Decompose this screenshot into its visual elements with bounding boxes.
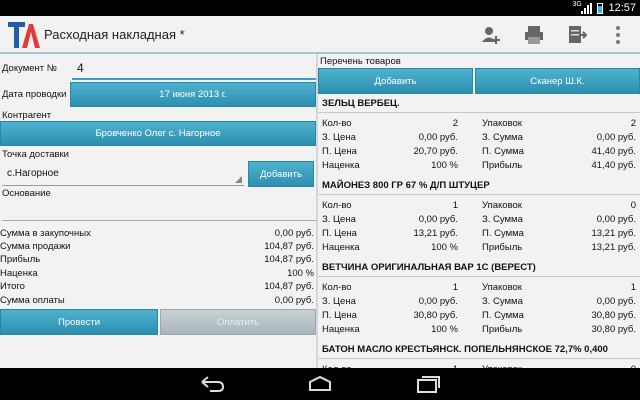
product-field-label: П. Сумма bbox=[482, 310, 524, 321]
date-button[interactable]: 17 июня 2013 г. bbox=[70, 82, 316, 107]
app-logo[interactable] bbox=[6, 19, 40, 51]
pay-button[interactable]: Оплатить bbox=[160, 309, 316, 335]
product-field-label: Кол-во bbox=[322, 200, 352, 211]
page-title: Расходная накладная * bbox=[44, 27, 185, 42]
product-field-value: 0,00 руб. bbox=[418, 132, 458, 143]
delivery-point-select[interactable]: с.Нагорное bbox=[2, 164, 244, 186]
document-form: Документ № 4 Дата проводки 17 июня 2013 … bbox=[0, 54, 316, 368]
product-field-label: Упаковок bbox=[482, 118, 522, 129]
product-field-label: Наценка bbox=[322, 242, 360, 253]
date-label: Дата проводки bbox=[2, 89, 67, 100]
product-field-value: 0,00 руб. bbox=[418, 296, 458, 307]
add-product-button[interactable]: Добавить bbox=[318, 68, 473, 94]
product-field-label: Наценка bbox=[322, 324, 360, 335]
clock: 12:57 bbox=[608, 2, 636, 14]
product-name[interactable]: БАТОН МАСЛО КРЕСТЬЯНСК. ПОПЕЛЬНЯНСКОЕ 72… bbox=[322, 344, 608, 355]
product-field-value: 1 bbox=[452, 282, 458, 293]
product-field-value: 0 bbox=[630, 200, 636, 211]
product-field-label: П. Сумма bbox=[482, 146, 524, 157]
product-field-value: 41,40 руб. bbox=[591, 146, 636, 157]
product-separator bbox=[318, 276, 640, 277]
product-field-label: Прибыль bbox=[482, 324, 523, 335]
delivery-point-label: Точка доставки bbox=[2, 149, 69, 160]
contractor-label: Контрагент bbox=[2, 110, 52, 121]
summary-row: Сумма оплаты 0,00 руб. bbox=[0, 295, 314, 306]
doc-number-value[interactable]: 4 bbox=[77, 61, 84, 75]
product-field-label: З. Сумма bbox=[482, 132, 523, 143]
product-field-value: 13,21 руб. bbox=[591, 242, 636, 253]
product-field-value: 2 bbox=[452, 118, 458, 129]
product-field-value: 13,21 руб. bbox=[413, 228, 458, 239]
product-field-value: 0,00 руб. bbox=[418, 214, 458, 225]
product-field-value: 0,00 руб. bbox=[596, 296, 636, 307]
doc-number-input[interactable]: 4 bbox=[72, 58, 316, 80]
overflow-menu-icon[interactable] bbox=[607, 24, 629, 46]
product-field-value: 30,80 руб. bbox=[413, 310, 458, 321]
product-field-label: П. Цена bbox=[322, 310, 357, 321]
recent-apps-icon[interactable] bbox=[414, 374, 442, 394]
summary-row: Наценка 100 % bbox=[0, 268, 314, 279]
product-name[interactable]: ЗЕЛЬЦ ВЕРБЕЦ. bbox=[322, 98, 400, 109]
back-icon[interactable] bbox=[198, 374, 226, 394]
product-field-label: Прибыль bbox=[482, 160, 523, 171]
product-field-label: З. Сумма bbox=[482, 214, 523, 225]
product-field-label: П. Цена bbox=[322, 228, 357, 239]
navigation-bar bbox=[0, 368, 640, 400]
add-contact-icon[interactable] bbox=[480, 24, 502, 46]
product-field-label: Упаковок bbox=[482, 200, 522, 211]
delivery-point-value: с.Нагорное bbox=[7, 168, 59, 179]
add-delivery-point-button[interactable]: Добавить bbox=[248, 161, 314, 187]
product-name[interactable]: МАЙОНЕЗ 800 ГР 67 % Д/П ШТУЦЕР bbox=[322, 180, 490, 191]
product-field-value: 100 % bbox=[431, 324, 458, 335]
product-separator bbox=[318, 194, 640, 195]
product-field-label: З. Цена bbox=[322, 214, 356, 225]
summary-row: Сумма продажи 104,87 руб. bbox=[0, 241, 314, 252]
basis-label: Основание bbox=[2, 188, 51, 199]
product-field-value: 41,40 руб. bbox=[591, 160, 636, 171]
signal-icon: 3G bbox=[572, 1, 593, 14]
product-field-value: 1 bbox=[452, 200, 458, 211]
action-bar: Расходная накладная * bbox=[0, 16, 640, 54]
basis-input[interactable] bbox=[2, 220, 316, 221]
product-field-value: 100 % bbox=[431, 160, 458, 171]
product-field-value: 1 bbox=[630, 282, 636, 293]
product-field-value: 0,00 руб. bbox=[596, 132, 636, 143]
post-button[interactable]: Провести bbox=[0, 309, 158, 335]
dropdown-arrow-icon bbox=[235, 176, 242, 183]
summary-row: Сумма в закупочных 0,00 руб. bbox=[0, 228, 314, 239]
product-list-panel: Перечень товаров Добавить Сканер Ш.К. ЗЕ… bbox=[318, 54, 640, 368]
contractor-button[interactable]: Бровченко Олег с. Нагорное bbox=[0, 121, 316, 146]
product-field-label: З. Сумма bbox=[482, 296, 523, 307]
product-field-label: П. Цена bbox=[322, 146, 357, 157]
product-field-value: 100 % bbox=[431, 242, 458, 253]
status-indicators: 3G 12:57 bbox=[572, 1, 636, 15]
export-document-icon[interactable] bbox=[565, 24, 589, 46]
product-separator bbox=[318, 112, 640, 113]
product-field-value: 0,00 руб. bbox=[596, 214, 636, 225]
product-field-value: 2 bbox=[630, 118, 636, 129]
product-field-label: Наценка bbox=[322, 160, 360, 171]
summary-row: Прибыль 104,87 руб. bbox=[0, 254, 314, 265]
product-name[interactable]: ВЕТЧИНА ОРИГИНАЛЬНАЯ ВАР 1С (ВЕРЕСТ) bbox=[322, 262, 536, 273]
product-separator bbox=[318, 358, 640, 359]
battery-icon bbox=[597, 2, 604, 14]
barcode-scanner-button[interactable]: Сканер Ш.К. bbox=[475, 68, 640, 94]
product-field-label: Прибыль bbox=[482, 242, 523, 253]
product-field-value: 13,21 руб. bbox=[591, 228, 636, 239]
printer-icon[interactable] bbox=[523, 24, 545, 46]
product-field-label: Кол-во bbox=[322, 282, 352, 293]
status-bar: 3G 12:57 bbox=[0, 0, 640, 16]
product-field-value: 30,80 руб. bbox=[591, 324, 636, 335]
home-icon[interactable] bbox=[306, 374, 334, 394]
product-field-label: З. Цена bbox=[322, 296, 356, 307]
product-field-label: Упаковок bbox=[482, 282, 522, 293]
product-field-label: П. Сумма bbox=[482, 228, 524, 239]
product-field-label: З. Цена bbox=[322, 132, 356, 143]
product-field-value: 30,80 руб. bbox=[591, 310, 636, 321]
product-field-value: 20,70 руб. bbox=[413, 146, 458, 157]
product-field-label: Кол-во bbox=[322, 118, 352, 129]
doc-number-label: Документ № bbox=[2, 63, 57, 74]
product-list-title: Перечень товаров bbox=[320, 56, 401, 67]
summary-row: Итого 104,87 руб. bbox=[0, 281, 314, 292]
